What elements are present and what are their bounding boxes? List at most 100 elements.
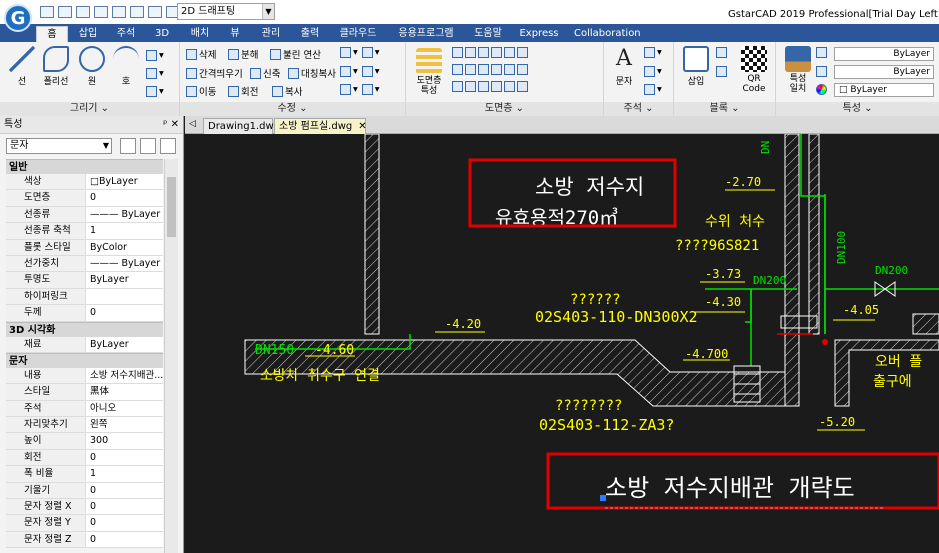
table-icon[interactable]: ▾: [644, 84, 662, 95]
rectangle-icon[interactable]: ▾: [146, 86, 164, 97]
dn150-label[interactable]: DN150: [255, 343, 294, 358]
property-row[interactable]: 자리맞추기 왼쪽: [6, 417, 163, 434]
layer-tools-row2[interactable]: [452, 64, 530, 75]
fire-connection-label[interactable]: 소방차 취수구 연결: [260, 368, 380, 384]
block-attr-icon[interactable]: [716, 66, 729, 77]
grip-point[interactable]: [600, 495, 606, 501]
boolean-button[interactable]: 불린 연산: [270, 47, 321, 61]
text-button[interactable]: A 문자: [608, 46, 640, 87]
tab-cloud[interactable]: 클라우드: [336, 26, 380, 42]
dimension-icon[interactable]: ▾: [644, 47, 662, 58]
level-430[interactable]: -4.30: [705, 295, 741, 309]
layer-tools-row1[interactable]: [452, 47, 530, 58]
property-value[interactable]: 0: [86, 515, 163, 530]
dn-top-label[interactable]: DN: [759, 141, 772, 154]
quick-select-icon[interactable]: [160, 138, 176, 154]
property-value[interactable]: ByLayer: [86, 272, 163, 287]
tab-scroll-left-icon[interactable]: ◁: [189, 119, 196, 129]
annotation-group-label[interactable]: 주석 ⌄: [604, 102, 673, 116]
print-icon[interactable]: [112, 6, 126, 18]
property-row[interactable]: 하이퍼링크: [6, 288, 163, 306]
level-270[interactable]: -2.70: [725, 175, 761, 189]
property-row[interactable]: 폭 비율 1: [6, 466, 163, 483]
tab-output[interactable]: 출력: [296, 26, 324, 42]
erase-button[interactable]: 삭제: [186, 47, 216, 61]
level-420[interactable]: -4.20: [445, 317, 481, 331]
draw-group-label[interactable]: 그리기 ⌄: [0, 102, 179, 116]
property-value[interactable]: 0: [86, 499, 163, 514]
color-wheel-icon[interactable]: [816, 84, 829, 95]
chevron-down-icon[interactable]: ▼: [262, 4, 274, 19]
property-row[interactable]: 높이 300: [6, 433, 163, 450]
property-value[interactable]: 아니오: [86, 401, 163, 416]
property-value[interactable]: ByColor: [86, 240, 163, 255]
level-470[interactable]: -4.700: [685, 347, 728, 361]
selection-type-select[interactable]: 문자 ▼: [6, 138, 112, 154]
dn200-label-a[interactable]: DN200: [753, 274, 786, 287]
property-row[interactable]: 문자 정렬 X0: [6, 499, 163, 516]
property-row[interactable]: 색상 □ByLayer: [6, 174, 163, 191]
level-405[interactable]: -4.05: [843, 303, 879, 317]
block-edit-icon[interactable]: [716, 47, 729, 58]
code-label-1[interactable]: 02S403-110-DN300X2: [535, 308, 698, 326]
level-373[interactable]: -3.73: [705, 267, 741, 281]
property-value[interactable]: ByLayer: [86, 337, 163, 352]
qr-code-button[interactable]: QR Code: [736, 46, 772, 94]
property-row[interactable]: 문자 정렬 Z0: [6, 531, 163, 549]
hatch-icon[interactable]: ▾: [146, 68, 164, 79]
properties-group-label[interactable]: 특성 ⌄: [776, 102, 939, 116]
property-row[interactable]: 선종류 축척 1: [6, 223, 163, 240]
insert-button[interactable]: 삽입: [680, 46, 712, 87]
scrollbar-thumb[interactable]: [167, 177, 176, 237]
app-logo[interactable]: G: [4, 4, 32, 32]
workspace-select[interactable]: 2D 드래프팅 ▼: [177, 3, 275, 20]
pin-close-icon[interactable]: ᵖ ✕: [163, 116, 179, 134]
circle-button[interactable]: 원: [76, 46, 108, 87]
ellipse-icon[interactable]: ▾: [146, 50, 164, 61]
move-button[interactable]: 이동: [186, 84, 216, 98]
tab-pump-room[interactable]: 소방 펌프실.dwg ✕: [274, 118, 367, 134]
save-as-icon[interactable]: [94, 6, 108, 18]
unknown-label-6[interactable]: ??????: [570, 292, 621, 308]
tab-apps[interactable]: 응용프로그램: [395, 26, 457, 42]
close-icon[interactable]: ✕: [358, 121, 366, 132]
property-value[interactable]: ——— ByLayer: [86, 256, 163, 271]
property-row[interactable]: 회전 0: [6, 449, 163, 467]
property-value[interactable]: 1: [86, 223, 163, 238]
property-value[interactable]: 소방 저수지배관...: [86, 368, 163, 383]
select-objects-icon[interactable]: [140, 138, 156, 154]
property-row[interactable]: 주석 아니오: [6, 400, 163, 418]
scale-icon[interactable]: ▾ ▾: [340, 84, 380, 95]
array-icon[interactable]: ▾ ▾: [340, 47, 380, 58]
overflow-label-2[interactable]: 출구에: [873, 374, 912, 390]
linetype-icon[interactable]: [816, 66, 829, 77]
property-row[interactable]: 투명도 ByLayer: [6, 272, 163, 289]
property-value[interactable]: ——— ByLayer: [86, 207, 163, 222]
property-value[interactable]: 1: [86, 466, 163, 481]
property-row[interactable]: 도면층 0: [6, 190, 163, 207]
property-row[interactable]: 선종류 ——— ByLayer: [6, 206, 163, 224]
stretch-button[interactable]: 신축: [250, 66, 280, 80]
property-section[interactable]: 일반: [6, 159, 163, 174]
property-value[interactable]: □ByLayer: [86, 174, 163, 189]
property-row[interactable]: 플롯 스타일 ByColor: [6, 239, 163, 256]
property-section[interactable]: 3D 시각화: [6, 321, 163, 337]
tab-3d[interactable]: 3D: [150, 26, 174, 42]
layer-tools-row3[interactable]: [452, 81, 530, 92]
level-520[interactable]: -5.20: [819, 415, 855, 429]
property-row[interactable]: 스타일 黑体: [6, 384, 163, 401]
arc-button[interactable]: 호: [110, 46, 142, 87]
dn100-label[interactable]: DN100: [835, 231, 848, 264]
explode-button[interactable]: 분해: [228, 47, 258, 61]
tab-help[interactable]: 도움말: [470, 26, 506, 42]
tab-layout[interactable]: 배치: [186, 26, 214, 42]
drawing-caption[interactable]: 소방 저수지배관 개략도: [605, 474, 855, 502]
polyline-button[interactable]: 폴리선: [40, 46, 72, 87]
tab-drawing1[interactable]: Drawing1.dwg: [203, 118, 280, 134]
linetype-select[interactable]: ByLayer: [834, 65, 934, 79]
fillet-icon[interactable]: ▾ ▾: [340, 66, 380, 77]
property-value[interactable]: 0: [86, 483, 163, 498]
code-label-2[interactable]: 02S403-112-ZA3?: [539, 416, 674, 434]
level-460[interactable]: -4.60: [315, 343, 354, 358]
leader-icon[interactable]: ▾: [644, 66, 662, 77]
